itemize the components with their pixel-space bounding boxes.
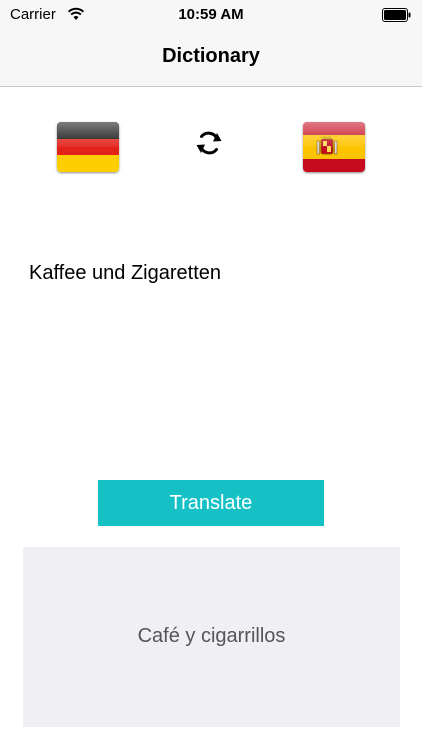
translation-result-box: Café y cigarrillos	[23, 547, 400, 727]
flag-gloss	[57, 122, 119, 147]
spain-flag-icon[interactable]	[303, 122, 365, 172]
status-bar: Carrier 10:59 AM	[0, 0, 422, 30]
page-title: Dictionary	[162, 45, 260, 67]
source-text-input[interactable]: Kaffee und Zigaretten	[29, 260, 399, 460]
translate-button[interactable]: Translate	[98, 480, 324, 526]
germany-flag-icon[interactable]	[57, 122, 119, 172]
refresh-swap-icon[interactable]	[191, 125, 227, 161]
flag-gloss	[303, 122, 365, 147]
status-time: 10:59 AM	[178, 6, 244, 23]
navigation-bar: Dictionary	[0, 30, 422, 87]
translation-result-text: Café y cigarrillos	[137, 625, 286, 647]
battery-icon	[382, 8, 411, 22]
